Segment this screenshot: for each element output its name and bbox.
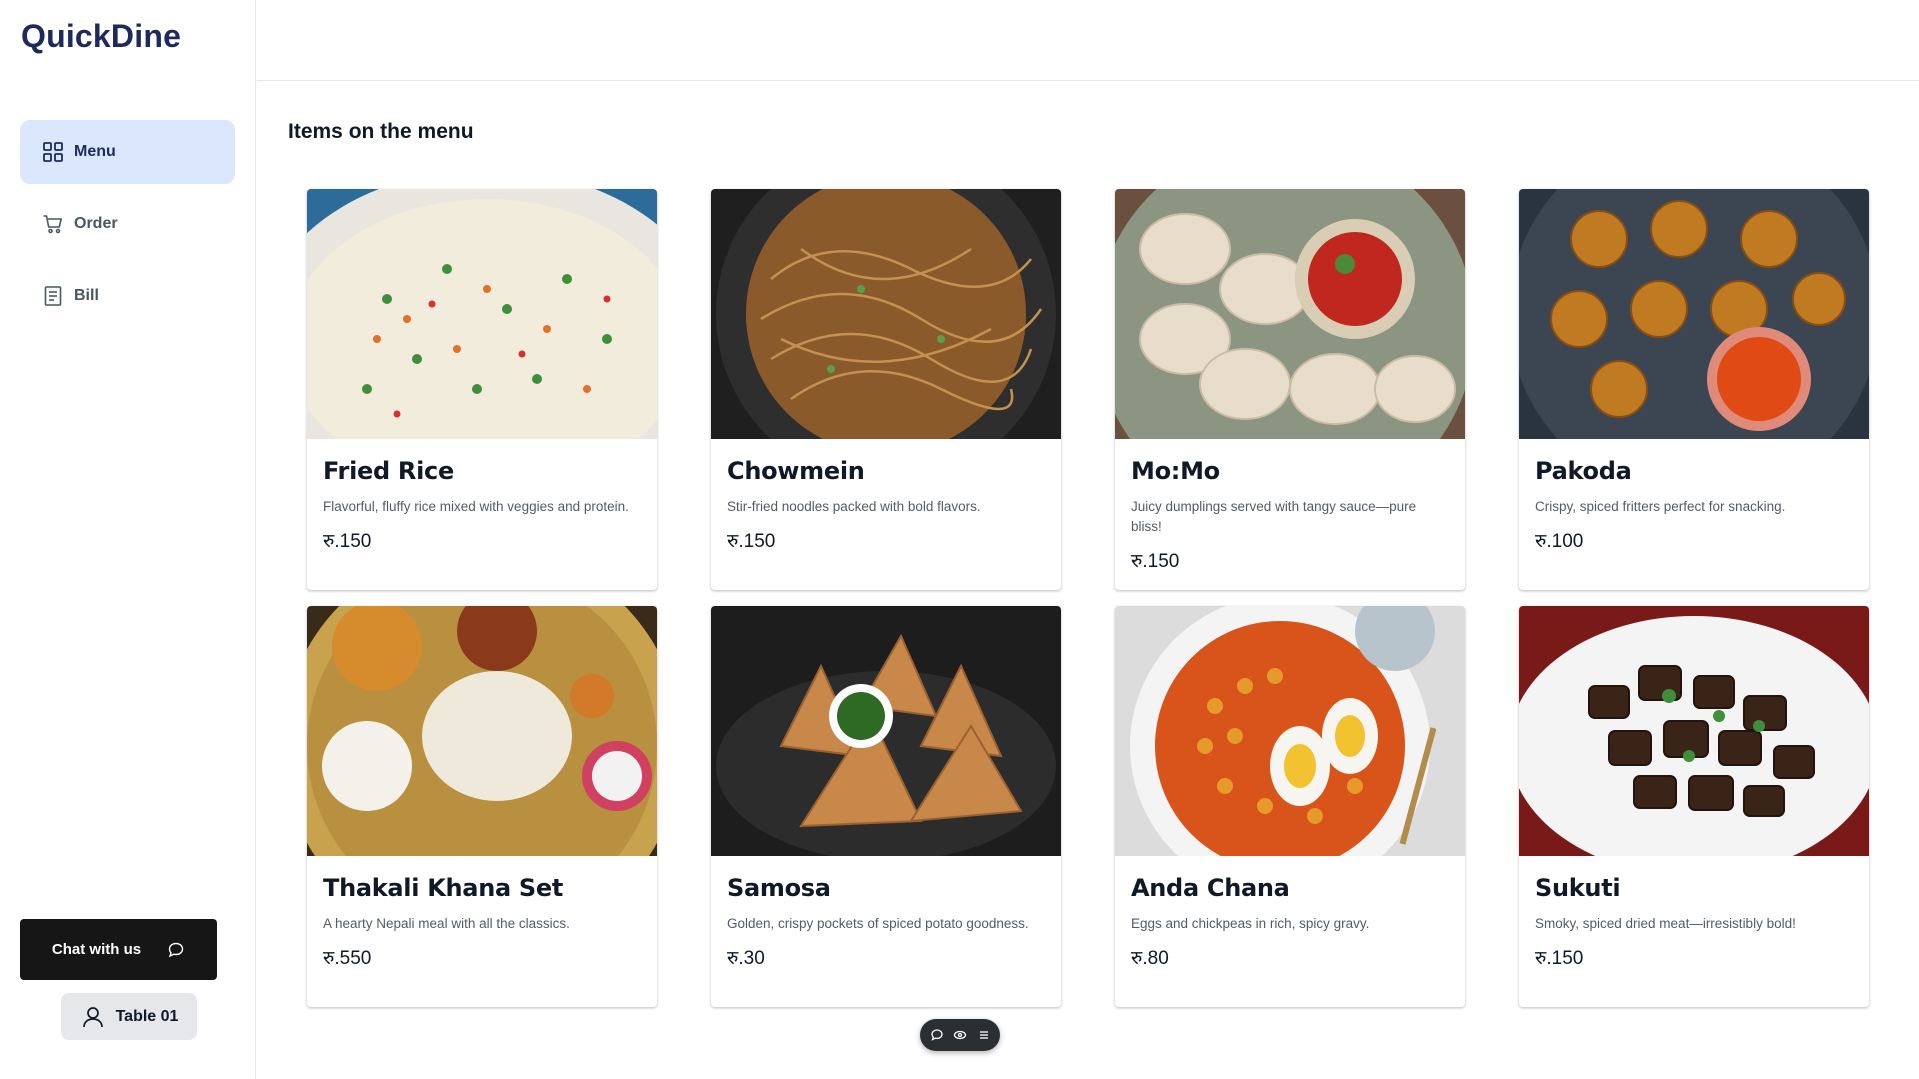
menu-card[interactable]: Samosa Golden, crispy pockets of spiced … bbox=[711, 606, 1061, 1007]
brand-logo[interactable]: QuickDine bbox=[21, 18, 181, 55]
menu-card[interactable]: Mo:Mo Juicy dumplings served with tangy … bbox=[1115, 189, 1465, 590]
sidebar: QuickDine Menu Order Bill Chat with us T… bbox=[0, 0, 256, 1079]
item-name: Pakoda bbox=[1535, 457, 1632, 485]
menu-card[interactable]: Sukuti Smoky, spiced dried meat—irresist… bbox=[1519, 606, 1869, 1007]
item-price: रु.150 bbox=[1131, 551, 1180, 572]
menu-card[interactable]: Pakoda Crispy, spiced fritters perfect f… bbox=[1519, 189, 1869, 590]
item-price: रु.150 bbox=[1535, 948, 1584, 969]
chat-bubble-icon bbox=[167, 941, 185, 959]
sidebar-item-menu[interactable]: Menu bbox=[20, 120, 235, 184]
item-description: Smoky, spiced dried meat—irresistibly bo… bbox=[1535, 916, 1796, 931]
menu-card[interactable]: Anda Chana Eggs and chickpeas in rich, s… bbox=[1115, 606, 1465, 1007]
food-image-sukuti bbox=[1519, 606, 1869, 856]
item-price: रु.550 bbox=[323, 948, 372, 969]
item-name: Chowmein bbox=[727, 457, 865, 485]
cart-icon bbox=[42, 213, 64, 235]
menu-card[interactable]: Fried Rice Flavorful, fluffy rice mixed … bbox=[307, 189, 657, 590]
user-icon bbox=[80, 1004, 106, 1030]
receipt-icon bbox=[42, 285, 64, 307]
item-price: रु.30 bbox=[727, 948, 765, 969]
chat-with-us-button[interactable]: Chat with us bbox=[20, 919, 217, 980]
item-description: A hearty Nepali meal with all the classi… bbox=[323, 916, 570, 931]
page-title: Items on the menu bbox=[288, 120, 474, 143]
floating-toolbar bbox=[920, 1019, 1000, 1051]
item-price: रु.150 bbox=[323, 531, 372, 552]
menu-card[interactable]: Chowmein Stir-fried noodles packed with … bbox=[711, 189, 1061, 590]
sidebar-item-label: Order bbox=[74, 215, 118, 232]
item-name: Fried Rice bbox=[323, 457, 454, 485]
sidebar-item-bill[interactable]: Bill bbox=[20, 264, 235, 328]
item-name: Sukuti bbox=[1535, 874, 1621, 902]
sidebar-item-label: Bill bbox=[74, 287, 99, 304]
item-name: Anda Chana bbox=[1131, 874, 1290, 902]
food-image-anda-chana bbox=[1115, 606, 1465, 856]
item-description: Juicy dumplings served with tangy sauce—… bbox=[1131, 499, 1417, 534]
item-price: रु.100 bbox=[1535, 531, 1584, 552]
food-image-momo bbox=[1115, 189, 1465, 439]
list-icon[interactable] bbox=[977, 1028, 991, 1042]
item-name: Mo:Mo bbox=[1131, 457, 1220, 485]
food-image-fried-rice bbox=[307, 189, 657, 439]
table-badge[interactable]: Table 01 bbox=[61, 993, 197, 1040]
table-label: Table 01 bbox=[115, 1007, 179, 1025]
top-bar bbox=[257, 0, 1919, 81]
comment-icon[interactable] bbox=[930, 1028, 944, 1042]
item-price: रु.80 bbox=[1131, 948, 1169, 969]
sidebar-item-order[interactable]: Order bbox=[20, 192, 235, 256]
item-price: रु.150 bbox=[727, 531, 776, 552]
item-name: Samosa bbox=[727, 874, 831, 902]
item-description: Golden, crispy pockets of spiced potato … bbox=[727, 916, 1029, 931]
food-image-samosa bbox=[711, 606, 1061, 856]
item-description: Stir-fried noodles packed with bold flav… bbox=[727, 499, 981, 514]
food-image-pakoda bbox=[1519, 189, 1869, 439]
chat-button-label: Chat with us bbox=[51, 941, 142, 958]
menu-card[interactable]: Thakali Khana Set A hearty Nepali meal w… bbox=[307, 606, 657, 1007]
food-image-chowmein bbox=[711, 189, 1061, 439]
item-description: Crispy, spiced fritters perfect for snac… bbox=[1535, 499, 1786, 514]
sidebar-item-label: Menu bbox=[74, 143, 116, 160]
grid-icon bbox=[42, 141, 64, 163]
item-description: Eggs and chickpeas in rich, spicy gravy. bbox=[1131, 916, 1370, 931]
eye-icon[interactable] bbox=[953, 1028, 967, 1042]
sidebar-nav: Menu Order Bill bbox=[20, 120, 235, 336]
item-name: Thakali Khana Set bbox=[323, 874, 564, 902]
food-image-thakali-khana-set bbox=[307, 606, 657, 856]
item-description: Flavorful, fluffy rice mixed with veggie… bbox=[323, 499, 629, 514]
menu-grid: Fried Rice Flavorful, fluffy rice mixed … bbox=[307, 189, 1871, 1007]
